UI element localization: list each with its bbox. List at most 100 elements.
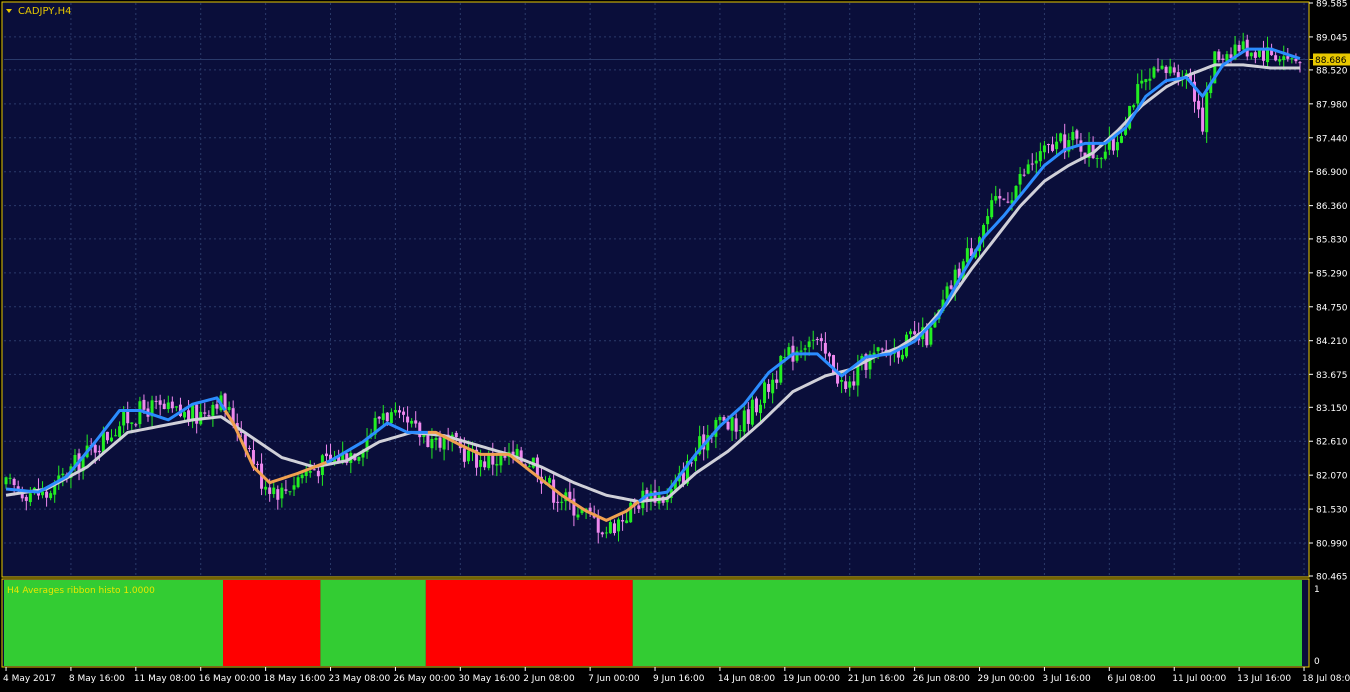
candle-body (767, 383, 771, 392)
candle-body (296, 477, 300, 488)
candle-body (462, 448, 466, 462)
price-tick-label: 80.990 (1316, 540, 1348, 550)
candle-body (268, 487, 272, 494)
candle-body (1103, 151, 1107, 159)
candle-body (929, 327, 933, 345)
candle-body (174, 406, 178, 408)
candle-body (1055, 141, 1059, 150)
candle-body (560, 501, 564, 503)
time-tick-label: 18 May 16:00 (264, 674, 326, 684)
candle-body (576, 514, 580, 518)
candle-body (604, 532, 608, 534)
candle-body (1253, 52, 1257, 58)
time-tick-label: 26 Jun 08:00 (913, 674, 970, 684)
candle-body (426, 435, 430, 448)
candle-body (1282, 56, 1286, 61)
indicator-scale-top: 1 (1314, 585, 1320, 595)
candle-body (276, 489, 280, 500)
candle-body (1059, 133, 1063, 142)
candle-body (738, 429, 742, 431)
candle-body (1160, 65, 1164, 69)
candle-body (1274, 55, 1278, 61)
chart-svg[interactable]: CADJPY,H4 89.585 89.045 88.520 87.980 87.440… (0, 0, 1350, 688)
candle-body (1099, 158, 1103, 160)
histogram-segment-up (320, 580, 426, 666)
candle-body (998, 196, 1002, 199)
candle-body (8, 477, 12, 479)
histogram-segment-down (223, 580, 321, 666)
candle-body (1002, 198, 1006, 200)
candle-body (97, 450, 101, 453)
candle-body (1152, 67, 1156, 78)
time-tick-label: 8 May 16:00 (69, 674, 125, 684)
candle-body (1237, 44, 1241, 52)
price-tick-label: 85.290 (1316, 269, 1348, 279)
candle-body (438, 437, 442, 448)
indicator-panel[interactable]: H4 Averages ribbon histo 1.0000 1 0 (1, 578, 1320, 668)
candle-body (815, 338, 819, 340)
candle-body (385, 412, 389, 422)
main-chart[interactable]: CADJPY,H4 89.585 89.045 88.520 87.980 87.440… (1, 0, 1350, 583)
candle-body (292, 485, 296, 490)
candle-body (183, 412, 187, 418)
candle-body (406, 416, 410, 423)
candle-body (1201, 107, 1205, 132)
candle-body (114, 435, 118, 437)
price-tick-label: 88.520 (1316, 66, 1348, 76)
candle-body (495, 464, 499, 466)
candle-body (312, 469, 316, 471)
time-tick-label: 21 Jun 16:00 (848, 674, 905, 684)
candle-body (1205, 92, 1209, 133)
candle-body (617, 519, 621, 532)
candle-body (844, 381, 848, 390)
current-price-tag: 88.686 (1309, 53, 1350, 66)
time-tick-label: 6 Jul 08:00 (1107, 674, 1156, 684)
candle-body (608, 521, 612, 534)
candle-body (726, 421, 730, 430)
price-tick-label: 82.070 (1316, 472, 1348, 482)
candle-body (1168, 66, 1172, 74)
candle-body (324, 453, 328, 457)
time-tick-label: 11 Jul 00:00 (1172, 674, 1226, 684)
candle-body (1257, 50, 1261, 57)
candle-body (288, 491, 292, 493)
price-tick-label: 89.045 (1316, 33, 1348, 43)
candle-body (479, 459, 483, 467)
indicator-title: H4 Averages ribbon histo 1.0000 (7, 586, 155, 596)
candle-body (466, 450, 470, 462)
candle-body (154, 400, 158, 402)
candle-body (162, 403, 166, 410)
candle-body (142, 399, 146, 410)
price-tick-label: 81.530 (1316, 506, 1348, 516)
candle-body (1119, 136, 1123, 143)
candle-body (612, 523, 616, 534)
price-tick-label: 86.900 (1316, 168, 1348, 178)
candle-body (621, 520, 625, 522)
time-tick-label: 26 May 00:00 (393, 674, 455, 684)
candle-body (880, 348, 884, 350)
candle-body (949, 285, 953, 289)
candle-body (166, 402, 170, 410)
candle-body (272, 487, 276, 495)
candle-body (1261, 50, 1265, 61)
candle-body (848, 381, 852, 388)
candle-body (402, 411, 406, 415)
candle-body (211, 404, 215, 416)
chart-window[interactable]: CADJPY,H4 89.585 89.045 88.520 87.980 87.440… (0, 0, 1350, 688)
candle-body (454, 432, 458, 438)
candle-body (986, 216, 990, 225)
histogram-segment-up (632, 580, 1302, 666)
candle-body (718, 416, 722, 421)
candle-body (45, 491, 49, 498)
time-tick-label: 16 May 00:00 (199, 674, 261, 684)
candle-body (1026, 164, 1030, 174)
time-tick-label: 19 Jun 00:00 (783, 674, 840, 684)
candle-body (93, 444, 97, 453)
candle-body (105, 431, 109, 441)
candle-body (118, 426, 122, 437)
candle-body (909, 331, 913, 335)
candle-body (1290, 58, 1294, 60)
candle-body (1115, 142, 1119, 151)
candle-body (393, 409, 397, 413)
time-tick-label: 18 Jul 08:00 (1302, 674, 1350, 684)
